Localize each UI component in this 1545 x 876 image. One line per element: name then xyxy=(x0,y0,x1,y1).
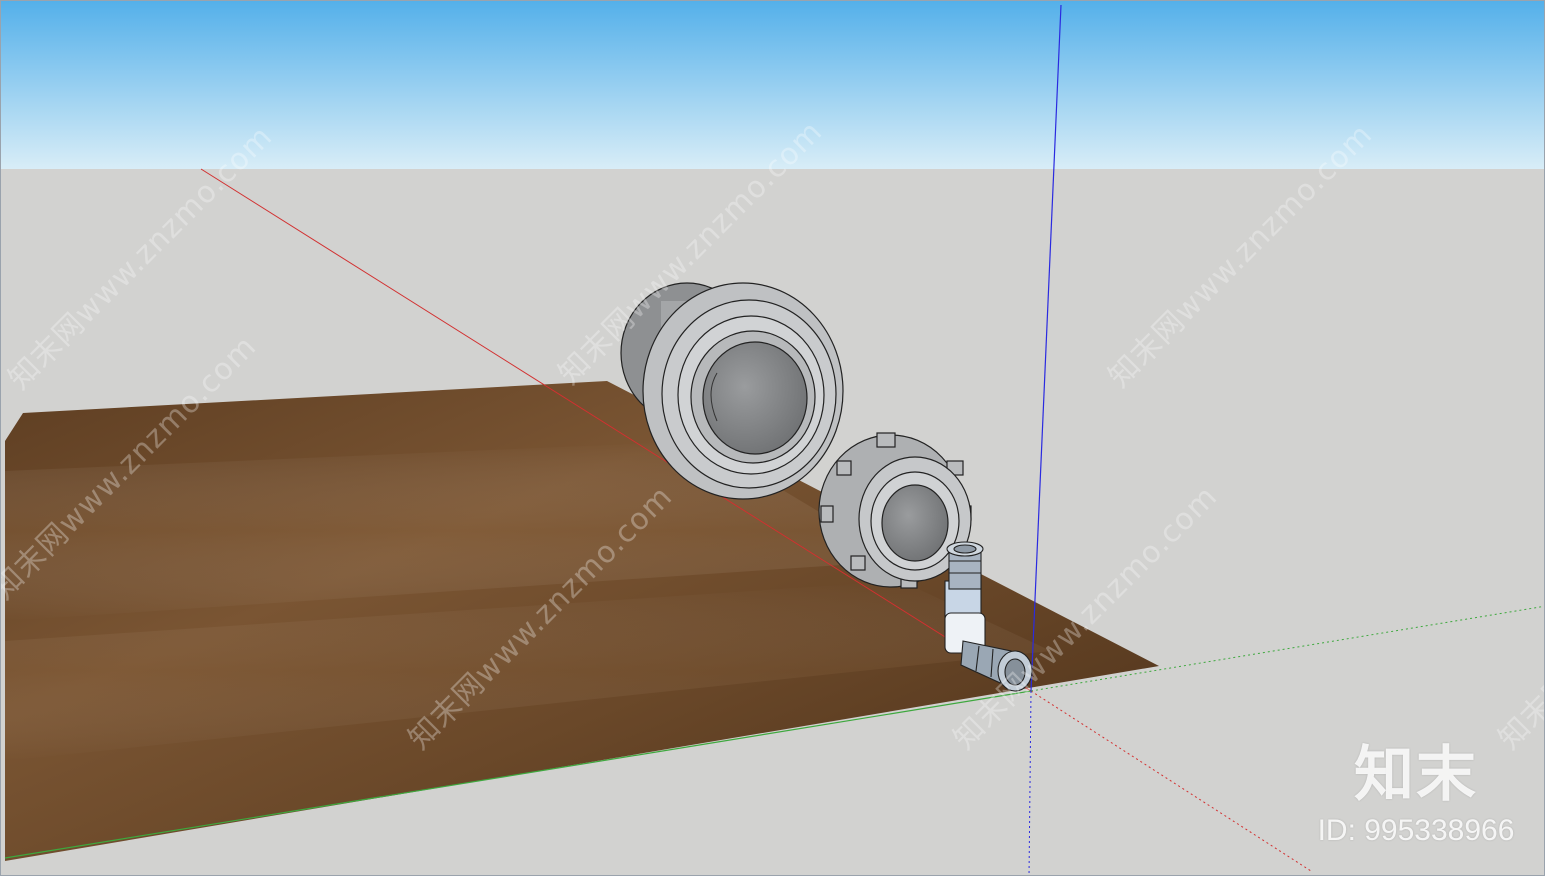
3d-viewport[interactable]: 知末网www.znzmo.com 知末网www.znzmo.com 知末网www… xyxy=(0,0,1545,876)
brand-watermark: 知末 ID: 995338966 xyxy=(1301,737,1531,849)
model-id-label: ID: 995338966 xyxy=(1317,814,1515,847)
brand-logo: 知末 xyxy=(1354,740,1478,810)
